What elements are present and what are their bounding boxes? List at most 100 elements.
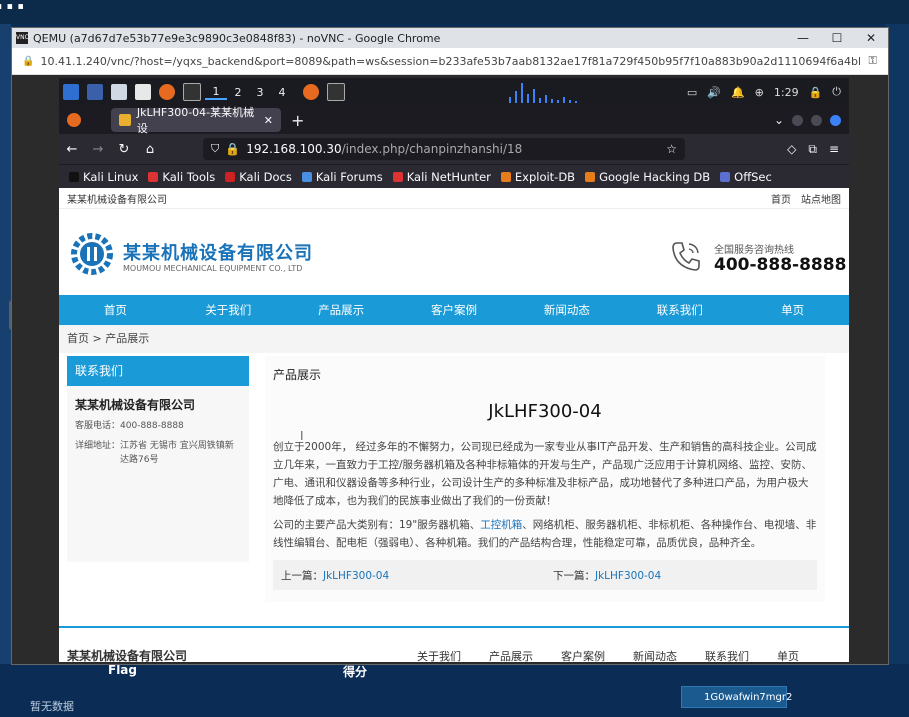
- sidebar-title: 联系我们: [67, 356, 249, 386]
- hotline-label: 全国服务咨询热线: [714, 245, 794, 256]
- bookmark-item[interactable]: Kali Docs: [225, 170, 292, 184]
- phone-label: 客服电话：: [75, 421, 121, 431]
- firefox-window: JkLHF300-04-某某机械设 ✕ + ⌄ ← → ↻ ⌂ ⛉ 🔒 192.…: [59, 106, 849, 662]
- home-icon[interactable]: ⌂: [137, 142, 163, 157]
- key-icon[interactable]: ⚿: [868, 54, 876, 68]
- taskbar-terminal-icon[interactable]: [327, 83, 345, 101]
- product-title: JkLHF300-04: [488, 401, 602, 422]
- window-maximize-icon[interactable]: [811, 114, 822, 126]
- bookmark-item[interactable]: Kali NetHunter: [392, 170, 491, 184]
- window-minimize-icon[interactable]: [792, 114, 803, 126]
- back-icon[interactable]: ←: [59, 142, 85, 157]
- workspace-3[interactable]: 3: [249, 86, 271, 99]
- sidebar-body: 某某机械设备有限公司 客服电话： 400-888-8888 详细地址： 江苏省 …: [67, 386, 249, 562]
- product-content: 产品展示 JkLHF300-04 创立于2000年， 经过多年的不懈努力，公司现…: [265, 356, 825, 602]
- desktop-top-banner: ...: [0, 0, 909, 24]
- cpu-graph: [499, 81, 595, 103]
- plus-circle-icon[interactable]: ⊕: [755, 86, 764, 99]
- topbar-link-home[interactable]: 首页: [771, 191, 791, 206]
- pocket-icon[interactable]: ◇: [787, 142, 796, 157]
- lock-screen-icon[interactable]: 🔒: [809, 86, 823, 99]
- para-link[interactable]: 工控机箱: [480, 519, 522, 531]
- firefox-icon[interactable]: [159, 84, 175, 100]
- url-host: 192.168.100.30: [246, 142, 342, 156]
- maximize-icon[interactable]: ☐: [820, 31, 854, 45]
- desktop-icon[interactable]: [87, 84, 103, 100]
- tab-active[interactable]: JkLHF300-04-某某机械设 ✕: [111, 106, 281, 135]
- extensions-icon[interactable]: ⧉: [808, 142, 817, 157]
- company-logo-icon[interactable]: [69, 231, 115, 277]
- forward-icon[interactable]: →: [85, 142, 111, 157]
- tab-favicon-icon: [119, 114, 131, 126]
- hotline-number: 400-888-8888: [714, 255, 847, 275]
- breadcrumb: 首页 > 产品展示: [59, 325, 849, 353]
- nav-item-products[interactable]: 产品展示: [285, 295, 398, 325]
- firefox-nav-bar: ← → ↻ ⌂ ⛉ 🔒 192.168.100.30/index.php/cha…: [59, 134, 849, 164]
- firefox-tab-bar: JkLHF300-04-某某机械设 ✕ + ⌄: [59, 106, 849, 135]
- nav-item-single[interactable]: 单页: [736, 295, 849, 325]
- bookmark-item[interactable]: Kali Linux: [69, 170, 138, 184]
- close-icon[interactable]: ✕: [854, 31, 888, 45]
- banner-text: ...: [0, 0, 27, 16]
- text-cursor-icon: I: [300, 429, 304, 443]
- footer-link[interactable]: 关于我们: [417, 648, 461, 662]
- window-close-icon[interactable]: [830, 114, 841, 126]
- next-link[interactable]: JkLHF300-04: [595, 570, 661, 582]
- shield-icon[interactable]: ⛉: [211, 142, 219, 156]
- minimize-icon[interactable]: —: [786, 31, 820, 45]
- brand-name: 某某机械设备有限公司: [123, 243, 313, 264]
- bookmark-item[interactable]: Kali Tools: [148, 170, 215, 184]
- terminal-icon[interactable]: [183, 83, 201, 101]
- power-icon[interactable]: ⏻: [832, 85, 841, 99]
- kali-menu-icon[interactable]: [63, 84, 79, 100]
- nav-item-about[interactable]: 关于我们: [172, 295, 285, 325]
- site-topbar: 某某机械设备有限公司 首页 站点地图: [59, 188, 849, 209]
- kali-top-panel: 1 2 3 4 ▭ 🔊 🔔 ⊕ 1:29 🔒 ⏻: [59, 78, 849, 106]
- workspace-1[interactable]: 1: [205, 85, 227, 100]
- bell-icon[interactable]: 🔔: [731, 86, 745, 99]
- product-para-1: 创立于2000年， 经过多年的不懈努力，公司现已经成为一家专业从事IT产品开发、…: [273, 441, 817, 507]
- chrome-address-bar[interactable]: 🔒 10.41.1.240/vnc/?host=/yqxs_backend&po…: [12, 48, 888, 75]
- footer-link[interactable]: 单页: [777, 648, 799, 662]
- id-tag: 1G0wafwin7mgr2: [681, 686, 792, 708]
- list-tabs-icon[interactable]: ⌄: [774, 113, 784, 127]
- page-lock-icon[interactable]: 🔒: [225, 142, 240, 156]
- nav-item-home[interactable]: 首页: [59, 295, 172, 325]
- vnc-canvas[interactable]: 1 2 3 4 ▭ 🔊 🔔 ⊕ 1:29 🔒 ⏻ JkLHF300-04-某某机…: [12, 75, 888, 664]
- bookmark-item[interactable]: OffSec: [720, 170, 772, 184]
- screen-icon[interactable]: ▭: [687, 86, 697, 99]
- tab-close-icon[interactable]: ✕: [264, 114, 273, 127]
- prev-link[interactable]: JkLHF300-04: [323, 570, 389, 582]
- workspace-4[interactable]: 4: [271, 86, 293, 99]
- firefox-view-icon[interactable]: [67, 113, 81, 127]
- bookmark-item[interactable]: Kali Forums: [301, 170, 383, 184]
- menu-icon[interactable]: ≡: [829, 142, 839, 157]
- footer-link[interactable]: 产品展示: [489, 648, 533, 662]
- file-manager-icon[interactable]: [111, 84, 127, 100]
- brand-name-en: MOUMOU MECHANICAL EQUIPMENT CO., LTD: [123, 264, 303, 273]
- bookmark-item[interactable]: Google Hacking DB: [585, 170, 710, 184]
- bookmark-star-icon[interactable]: ☆: [666, 142, 677, 156]
- footer-link[interactable]: 联系我们: [705, 648, 749, 662]
- firefox-url-bar[interactable]: ⛉ 🔒 192.168.100.30/index.php/chanpinzhan…: [203, 138, 685, 160]
- footer-link[interactable]: 新闻动态: [633, 648, 677, 662]
- chrome-url-text[interactable]: 10.41.1.240/vnc/?host=/yqxs_backend&port…: [40, 55, 860, 68]
- taskbar-firefox-icon[interactable]: [303, 84, 319, 100]
- bookmark-item[interactable]: Exploit-DB: [500, 170, 575, 184]
- nav-item-cases[interactable]: 客户案例: [398, 295, 511, 325]
- new-tab-icon[interactable]: +: [291, 111, 304, 130]
- web-page: 某某机械设备有限公司 首页 站点地图 某某机械设备有限公司 MOUMOU MEC…: [59, 188, 849, 662]
- reload-icon[interactable]: ↻: [111, 142, 137, 157]
- text-editor-icon[interactable]: [135, 84, 151, 100]
- footer-link[interactable]: 客户案例: [561, 648, 605, 662]
- workspace-2[interactable]: 2: [227, 86, 249, 99]
- qemu-icon: VNC: [16, 32, 29, 44]
- chrome-window: VNC QEMU (a7d67d7e53b77e9e3c9890c3e0848f…: [11, 27, 889, 665]
- no-data-text: 暂无数据: [30, 700, 74, 713]
- topbar-link-sitemap[interactable]: 站点地图: [801, 191, 841, 206]
- window-title: QEMU (a7d67d7e53b77e9e3c9890c3e0848f83) …: [33, 31, 441, 45]
- nav-item-contact[interactable]: 联系我们: [623, 295, 736, 325]
- nav-item-news[interactable]: 新闻动态: [510, 295, 623, 325]
- url-path: /index.php/chanpinzhanshi/18: [341, 142, 523, 156]
- volume-icon[interactable]: 🔊: [707, 86, 721, 99]
